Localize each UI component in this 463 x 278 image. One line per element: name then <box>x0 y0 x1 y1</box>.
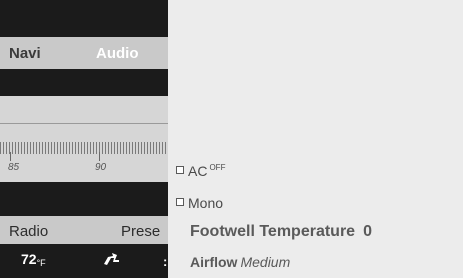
airflow-label: Airflow <box>190 254 238 270</box>
airflow-value: Medium <box>240 254 291 270</box>
menu-item-ac[interactable]: AC OFF <box>176 163 463 179</box>
info-band <box>0 182 168 216</box>
scale-line <box>0 123 168 124</box>
major-tick <box>10 152 11 161</box>
top-bar <box>0 0 168 37</box>
frequency-ticks <box>0 142 168 154</box>
nav-item-audio[interactable]: Audio <box>96 45 139 62</box>
menu-item-footwell-temperature[interactable]: Footwell Temperature 0 <box>190 223 463 241</box>
temperature-value: 72 <box>21 251 37 267</box>
temperature-readout[interactable]: 72°F <box>21 251 46 268</box>
nav-item-navi[interactable]: Navi <box>9 45 41 62</box>
ac-state: OFF <box>209 163 226 172</box>
tick-label-90: 90 <box>95 162 107 173</box>
temperature-unit: °F <box>36 258 46 268</box>
radio-button[interactable]: Radio <box>9 223 48 240</box>
tick-label-85: 85 <box>8 162 20 173</box>
climate-menu: AC OFF Mono Footwell Temperature 0 Airflow… <box>168 0 463 278</box>
frequency-scale <box>0 96 168 182</box>
mono-label: Mono <box>188 195 224 211</box>
checkbox-icon <box>176 198 184 206</box>
climate-item-partial: : <box>163 254 168 269</box>
status-band <box>0 69 168 96</box>
ac-label: AC <box>188 163 208 179</box>
audio-screen: Navi Audio 85 90 Radio Prese 72°F : <box>0 0 168 278</box>
checkbox-icon <box>176 166 184 174</box>
screen: Navi Audio 85 90 Radio Prese 72°F : AC OF… <box>0 0 463 278</box>
seat-icon[interactable] <box>103 252 120 268</box>
footwell-value: 0 <box>363 223 372 240</box>
menu-item-mono[interactable]: Mono <box>176 195 463 211</box>
footwell-label: Footwell Temperature <box>190 223 356 240</box>
menu-item-airflow[interactable]: Airflow Medium <box>190 254 463 270</box>
major-tick <box>99 152 100 161</box>
presets-button[interactable]: Prese <box>121 223 160 240</box>
